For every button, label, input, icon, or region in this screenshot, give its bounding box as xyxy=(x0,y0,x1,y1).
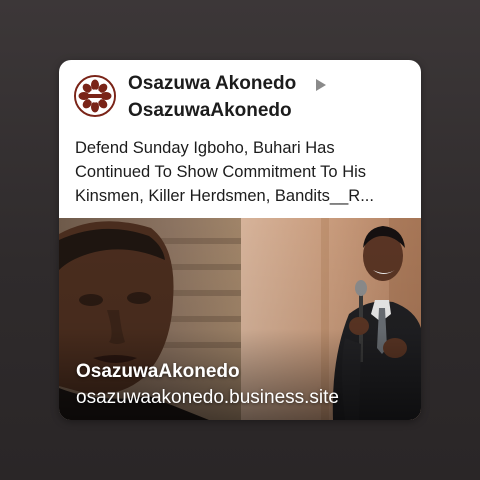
post-text: Defend Sunday Igboho, Buhari Has Continu… xyxy=(75,136,411,208)
link-preview[interactable]: OsazuwaAkonedo osazuwaakonedo.business.s… xyxy=(59,218,421,420)
post-text-line: Kinsmen, Killer Herdsmen, Bandits__R... xyxy=(75,187,374,205)
link-domain[interactable]: osazuwaakonedo.business.site xyxy=(76,386,339,410)
link-title[interactable]: OsazuwaAkonedo xyxy=(76,360,240,384)
share-arrow-icon xyxy=(314,78,328,92)
post-header: Osazuwa Akonedo OsazuwaAkonedo xyxy=(59,60,421,132)
post-text-line: Continued To Show Commitment To His xyxy=(75,163,367,181)
post-card[interactable]: Osazuwa Akonedo OsazuwaAkonedo Defend Su… xyxy=(59,60,421,420)
recipient-name[interactable]: OsazuwaAkonedo xyxy=(128,99,292,123)
author-name[interactable]: Osazuwa Akonedo xyxy=(128,72,296,96)
post-text-line: Defend Sunday Igboho, Buhari Has xyxy=(75,139,335,157)
logo-avatar-icon[interactable] xyxy=(74,75,116,117)
